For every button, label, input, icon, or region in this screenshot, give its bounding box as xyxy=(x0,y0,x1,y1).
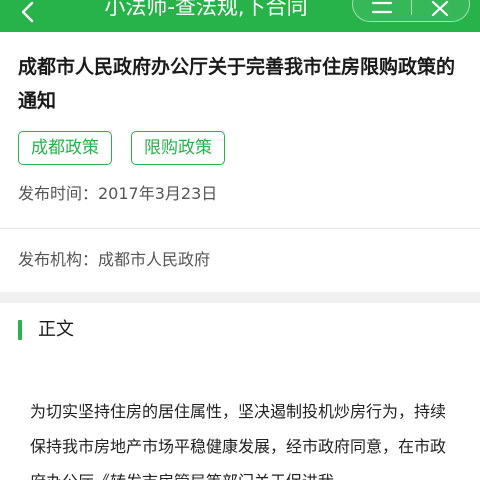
back-button[interactable] xyxy=(10,0,46,30)
meta-divider xyxy=(0,228,480,229)
close-icon xyxy=(432,0,449,16)
chevron-left-icon xyxy=(21,1,34,23)
app-title: 小法师-查法规,下合同 xyxy=(104,0,308,19)
body-paragraph: 为切实坚持住房的居住属性，坚决遏制投机炒房行为，持续保持我市房地产市场平稳健康发… xyxy=(30,402,447,480)
mini-program-capsule xyxy=(352,0,470,22)
top-navigation-bar: 小法师-查法规,下合同 xyxy=(0,0,480,32)
publish-date: 发布时间：2017年3月23日 xyxy=(18,184,218,203)
tag-chengdu-policy[interactable]: 成都政策 xyxy=(18,131,112,165)
more-menu-button[interactable] xyxy=(353,0,411,21)
article-title: 成都市人民政府办公厅关于完善我市住房限购政策的通知 xyxy=(18,56,456,112)
publisher: 发布机构：成都市人民政府 xyxy=(18,250,211,269)
tag-list: 成都政策 限购政策 xyxy=(18,131,244,165)
section-title: 正文 xyxy=(38,319,74,340)
section-accent-bar xyxy=(18,320,22,340)
close-button[interactable] xyxy=(412,0,470,21)
section-header: 正文 xyxy=(0,312,480,348)
section-separator xyxy=(0,292,480,303)
more-icon xyxy=(371,1,392,14)
article-body: 为切实坚持住房的居住属性，坚决遏制投机炒房行为，持续保持我市房地产市场平稳健康发… xyxy=(30,394,450,480)
tag-purchase-restriction[interactable]: 限购政策 xyxy=(131,131,225,165)
